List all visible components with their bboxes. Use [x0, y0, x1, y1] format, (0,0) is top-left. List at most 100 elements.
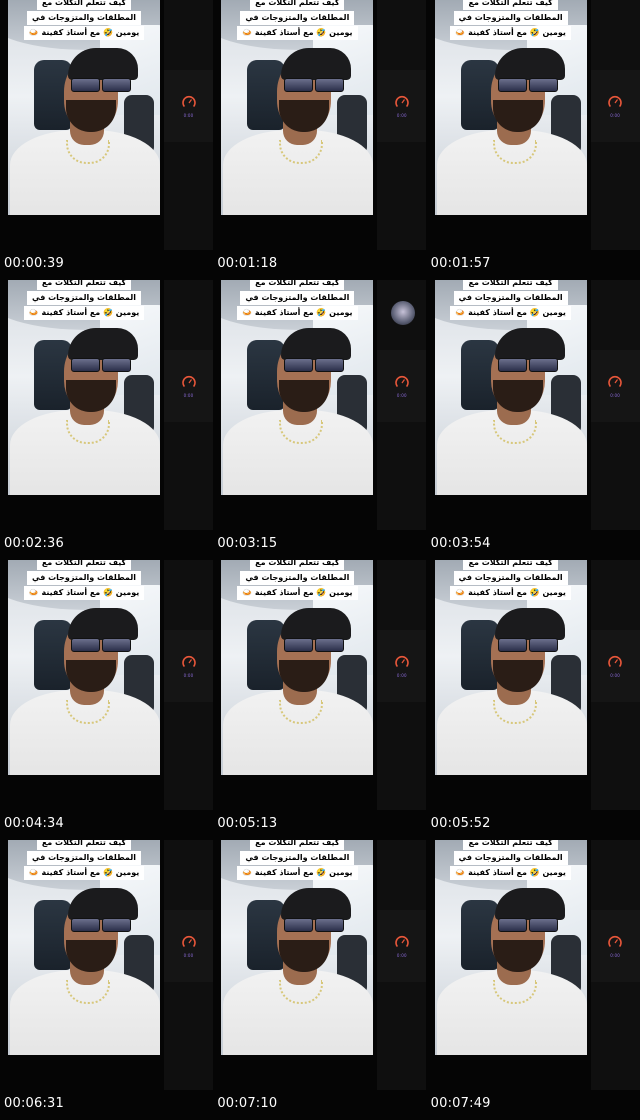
gauge-icon — [181, 95, 196, 107]
side-panel: 0:00 — [164, 350, 213, 422]
video-frame[interactable]: 0:00 كيف تتعلم التكلات مع المطلقات والمت… — [426, 280, 640, 560]
gauge-icon — [181, 375, 196, 387]
left-lens — [497, 918, 527, 932]
caption-line-1: كيف تتعلم التكلات مع — [463, 0, 558, 10]
gauge-icon — [395, 375, 409, 387]
video-thumbnail: كيف تتعلم التكلات مع المطلقات والمتزوجات… — [221, 560, 374, 775]
side-panel: 0:00 — [164, 910, 213, 982]
gauge-caption: 0:00 — [610, 673, 621, 678]
left-lens — [71, 918, 100, 932]
caption-line-3: يومين 🤣 مع أستاذ كفينة 🍛 — [237, 866, 358, 880]
caption-line-3: يومين 🤣 مع أستاذ كفينة 🍛 — [237, 306, 358, 320]
caption-overlay: كيف تتعلم التكلات مع المطلقات والمتزوجات… — [221, 840, 373, 880]
gauge-caption: 0:00 — [396, 113, 407, 118]
caption-overlay: كيف تتعلم التكلات مع المطلقات والمتزوجات… — [8, 560, 160, 600]
frame-timestamp: 00:06:31 — [4, 1096, 64, 1111]
black-cap — [68, 608, 138, 640]
gauge-caption: 0:00 — [610, 953, 621, 958]
caption-line-3: يومين 🤣 مع أستاذ كفينة 🍛 — [450, 866, 571, 880]
right-lens — [315, 78, 345, 92]
video-frame[interactable]: 0:00 كيف تتعلم التكلات مع المطلقات والمت… — [0, 560, 214, 840]
video-frame[interactable]: 0:00 كيف تتعلم التكلات مع المطلقات والمت… — [426, 0, 640, 280]
caption-line-2: المطلقات والمتزوجات في — [453, 11, 568, 25]
black-cap — [494, 328, 565, 360]
video-frame[interactable]: 0:00 كيف تتعلم التكلات مع المطلقات والمت… — [213, 560, 427, 840]
gauge-icon — [608, 935, 622, 947]
black-cap — [494, 888, 565, 920]
video-thumbnail: كيف تتعلم التكلات مع المطلقات والمتزوجات… — [8, 280, 160, 495]
sunglasses — [71, 78, 131, 92]
sunglasses — [497, 638, 558, 652]
gauge-caption: 0:00 — [183, 393, 194, 398]
sunglasses — [497, 358, 558, 372]
gauge-icon — [608, 655, 622, 667]
left-lens — [71, 358, 100, 372]
caption-line-1: كيف تتعلم التكلات مع — [463, 840, 558, 850]
left-lens — [284, 638, 314, 652]
caption-line-3: يومين 🤣 مع أستاذ كفينة 🍛 — [450, 306, 571, 320]
left-lens — [497, 638, 527, 652]
caption-line-2: المطلقات والمتزوجات في — [240, 11, 355, 25]
side-panel: 0:00 — [590, 350, 640, 422]
right-lens — [102, 358, 131, 372]
video-frame[interactable]: 0:00 كيف تتعلم التكلات مع المطلقات والمت… — [426, 560, 640, 840]
caption-overlay: كيف تتعلم التكلات مع المطلقات والمتزوجات… — [8, 0, 160, 40]
caption-line-2: المطلقات والمتزوجات في — [453, 851, 568, 865]
gauge-caption: 0:00 — [183, 953, 194, 958]
caption-line-3: يومين 🤣 مع أستاذ كفينة 🍛 — [23, 306, 145, 320]
frame-timestamp: 00:05:13 — [217, 816, 278, 831]
video-frame[interactable]: 0:00 كيف تتعلم التكلات مع المطلقات والمت… — [426, 840, 640, 1120]
right-lens — [315, 358, 345, 372]
video-thumbnail: كيف تتعلم التكلات مع المطلقات والمتزوجات… — [8, 0, 160, 215]
frame-timestamp: 00:03:54 — [430, 536, 491, 551]
black-cap — [281, 48, 352, 80]
gauge-icon — [395, 95, 409, 107]
black-cap — [281, 888, 352, 920]
video-thumbnail: كيف تتعلم التكلات مع المطلقات والمتزوجات… — [8, 560, 160, 775]
caption-line-1: كيف تتعلم التكلات مع — [250, 840, 345, 850]
video-frame[interactable]: 0:00 كيف تتعلم التكلات مع المطلقات والمت… — [0, 840, 214, 1120]
contact-sheet-grid: 0:00 كيف تتعلم التكلات مع المطلقات والمت… — [0, 0, 640, 1120]
caption-overlay: كيف تتعلم التكلات مع المطلقات والمتزوجات… — [221, 280, 373, 320]
caption-line-1: كيف تتعلم التكلات مع — [463, 280, 558, 290]
sunglasses — [284, 918, 345, 932]
frame-timestamp: 00:00:39 — [4, 256, 64, 271]
sunglasses — [284, 358, 345, 372]
gauge-caption: 0:00 — [396, 393, 407, 398]
caption-line-3: يومين 🤣 مع أستاذ كفينة 🍛 — [237, 26, 358, 40]
right-lens — [315, 918, 345, 932]
caption-overlay: كيف تتعلم التكلات مع المطلقات والمتزوجات… — [8, 840, 160, 880]
video-frame[interactable]: 0:00 كيف تتعلم التكلات مع المطلقات والمت… — [213, 0, 427, 280]
black-cap — [494, 608, 565, 640]
side-panel: 0:00 — [164, 70, 213, 142]
video-thumbnail: كيف تتعلم التكلات مع المطلقات والمتزوجات… — [8, 840, 160, 1055]
gauge-icon — [181, 655, 196, 667]
right-lens — [528, 358, 558, 372]
frame-timestamp: 00:02:36 — [4, 536, 64, 551]
right-lens — [528, 918, 558, 932]
caption-line-2: المطلقات والمتزوجات في — [27, 291, 141, 305]
gauge-caption: 0:00 — [610, 113, 621, 118]
caption-line-3: يومين 🤣 مع أستاذ كفينة 🍛 — [237, 586, 358, 600]
gauge-caption: 0:00 — [396, 953, 407, 958]
caption-line-1: كيف تتعلم التكلات مع — [36, 280, 132, 290]
caption-line-2: المطلقات والمتزوجات في — [27, 851, 141, 865]
gauge-caption: 0:00 — [610, 393, 621, 398]
video-frame[interactable]: 0:00 كيف تتعلم التكلات مع المطلقات والمت… — [213, 840, 427, 1120]
black-cap — [494, 48, 565, 80]
caption-line-3: يومين 🤣 مع أستاذ كفينة 🍛 — [23, 26, 145, 40]
video-frame[interactable]: 0:00 كيف تتعلم التكلات مع المطلقات والمت… — [0, 280, 214, 560]
side-panel: 0:00 — [377, 910, 427, 982]
video-thumbnail: كيف تتعلم التكلات مع المطلقات والمتزوجات… — [434, 560, 587, 775]
side-panel: 0:00 — [590, 70, 640, 142]
sunglasses — [284, 638, 345, 652]
left-lens — [284, 358, 314, 372]
caption-line-3: يومين 🤣 مع أستاذ كفينة 🍛 — [23, 866, 145, 880]
gauge-caption: 0:00 — [183, 113, 194, 118]
video-frame[interactable]: 0:00 كيف تتعلم التكلات مع المطلقات والمت… — [0, 0, 214, 280]
caption-line-1: كيف تتعلم التكلات مع — [463, 560, 558, 570]
gauge-icon — [608, 95, 622, 107]
frame-timestamp: 00:07:49 — [430, 1096, 491, 1111]
right-lens — [102, 78, 131, 92]
frame-timestamp: 00:07:10 — [217, 1096, 278, 1111]
